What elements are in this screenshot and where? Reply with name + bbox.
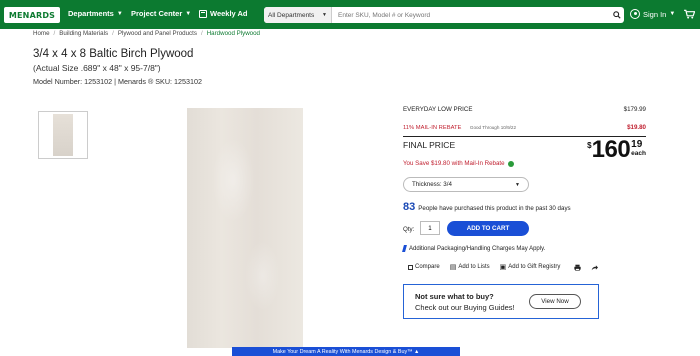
add-to-lists-button[interactable]: ▤ Add to Lists [450, 263, 490, 271]
departments-label: Departments [68, 9, 114, 18]
departments-menu[interactable]: Departments ▼ [68, 9, 123, 18]
final-price-row: FINAL PRICE $ 160 19 each [403, 136, 646, 163]
chevron-down-icon: ▼ [185, 10, 192, 17]
quantity-label: Qty: [403, 226, 415, 233]
sign-in-link[interactable]: Sign In ▼ [630, 9, 675, 19]
product-actual-size: (Actual Size .689" x 48" x 95-7/8") [33, 63, 161, 73]
price-panel: EVERYDAY LOW PRICE $179.99 11% MAIL-IN R… [403, 106, 646, 163]
everyday-price-value: $179.99 [623, 106, 646, 113]
quantity-input[interactable] [420, 221, 440, 235]
everyday-price-row: EVERYDAY LOW PRICE $179.99 [403, 106, 646, 113]
packaging-note: Additional Packaging/Handling Charges Ma… [402, 245, 546, 252]
share-icon [592, 264, 599, 270]
weekly-ad-link[interactable]: Weekly Ad [199, 9, 248, 18]
purchase-count-number: 83 [403, 201, 416, 213]
final-price-label: FINAL PRICE [403, 140, 456, 150]
buying-guide-subtext: Check out our Buying Guides! [415, 302, 515, 312]
gift-registry-label: Add to Gift Registry [508, 264, 561, 270]
compare-label: Compare [415, 264, 440, 270]
product-title: 3/4 x 4 x 8 Baltic Birch Plywood [33, 48, 194, 60]
chevron-down-icon: ▼ [116, 10, 123, 17]
buying-guide-text: Not sure what to buy? Check out our Buyi… [415, 291, 515, 313]
product-model-sku: Model Number: 1253102 | Menards ® SKU: 1… [33, 77, 202, 86]
model-number: Model Number: 1253102 [33, 77, 113, 86]
buying-guide-question: Not sure what to buy? [415, 291, 494, 301]
product-actions: Compare ▤ Add to Lists ▣ Add to Gift Reg… [408, 263, 599, 271]
gift-registry-button[interactable]: ▣ Add to Gift Registry [500, 263, 561, 271]
packaging-note-text: Additional Packaging/Handling Charges Ma… [409, 245, 546, 252]
thickness-label: Thickness: 3/4 [412, 181, 452, 188]
purchase-count-text: People have purchased this product in th… [418, 205, 571, 212]
top-navigation-bar: MENARDS Departments ▼ Project Center ▼ W… [0, 0, 700, 29]
share-button[interactable] [591, 264, 599, 271]
sku-number: Menards ® SKU: 1253102 [118, 77, 203, 86]
chevron-down-icon: ▼ [322, 12, 327, 18]
cart-icon[interactable] [684, 9, 696, 22]
rebate-value: $19.80 [627, 124, 646, 131]
buying-guide-box: Not sure what to buy? Check out our Buyi… [403, 284, 599, 319]
breadcrumb-home[interactable]: Home [33, 30, 50, 37]
breadcrumb-hardwood-plywood[interactable]: Hardwood Plywood [207, 30, 260, 37]
search-category-select[interactable]: All Departments ▼ [264, 7, 332, 23]
everyday-price-label: EVERYDAY LOW PRICE [403, 106, 473, 113]
checkbox-icon [408, 264, 413, 270]
breadcrumb-separator: / [53, 30, 56, 37]
project-center-menu[interactable]: Project Center ▼ [131, 9, 191, 18]
add-to-lists-label: Add to Lists [458, 264, 490, 270]
search-category-label: All Departments [268, 11, 315, 19]
search-icon[interactable] [610, 7, 624, 23]
calendar-icon [199, 9, 207, 18]
list-icon: ▤ [449, 264, 457, 271]
purchase-count: 83 People have purchased this product in… [403, 201, 571, 213]
final-price-whole: 160 [591, 136, 631, 163]
final-price: $ 160 19 each [587, 136, 646, 163]
gift-icon: ▣ [499, 264, 507, 271]
view-now-button[interactable]: View Now [529, 294, 581, 309]
rebate-row: 11% MAIL-IN REBATE Good Through 10/9/22 … [403, 116, 646, 137]
breadcrumb: Home / Building Materials / Plywood and … [33, 30, 260, 37]
breadcrumb-plywood-panel[interactable]: Plywood and Panel Products [118, 30, 197, 37]
design-buy-banner[interactable]: Make Your Dream A Reality With Menards D… [232, 347, 460, 356]
menards-logo[interactable]: MENARDS [4, 7, 60, 23]
chevron-down-icon: ▼ [515, 181, 520, 188]
final-price-unit: each [631, 150, 646, 157]
chevron-down-icon: ▼ [669, 11, 676, 17]
savings-label: You Save $19.80 with Mail-In Rebate [403, 160, 505, 167]
compare-checkbox[interactable]: Compare [408, 264, 440, 270]
rebate-through-date: Good Through 10/9/22 [469, 125, 517, 130]
product-thumbnail[interactable] [38, 111, 88, 159]
thickness-select[interactable]: Thickness: 3/4 ▼ [403, 177, 529, 192]
sign-in-label: Sign In [643, 9, 667, 19]
breadcrumb-separator: / [200, 30, 203, 37]
final-price-cents: 19 [631, 139, 643, 150]
product-main-image[interactable] [187, 108, 303, 348]
search-bar: All Departments ▼ [264, 7, 624, 23]
user-icon [630, 9, 640, 19]
weekly-ad-label: Weekly Ad [210, 9, 248, 18]
breadcrumb-building-materials[interactable]: Building Materials [59, 30, 108, 37]
info-icon[interactable] [507, 160, 514, 167]
print-button[interactable] [574, 264, 581, 271]
rebate-label[interactable]: 11% MAIL-IN REBATE [403, 125, 461, 131]
add-to-cart-button[interactable]: ADD TO CART [447, 221, 529, 236]
search-input[interactable] [332, 7, 610, 23]
savings-text: You Save $19.80 with Mail-In Rebate [403, 160, 514, 167]
breadcrumb-separator: / [112, 30, 114, 37]
print-icon [574, 264, 581, 271]
thumbnail-image [53, 114, 73, 156]
flag-icon [402, 245, 407, 252]
project-center-label: Project Center [131, 9, 183, 18]
